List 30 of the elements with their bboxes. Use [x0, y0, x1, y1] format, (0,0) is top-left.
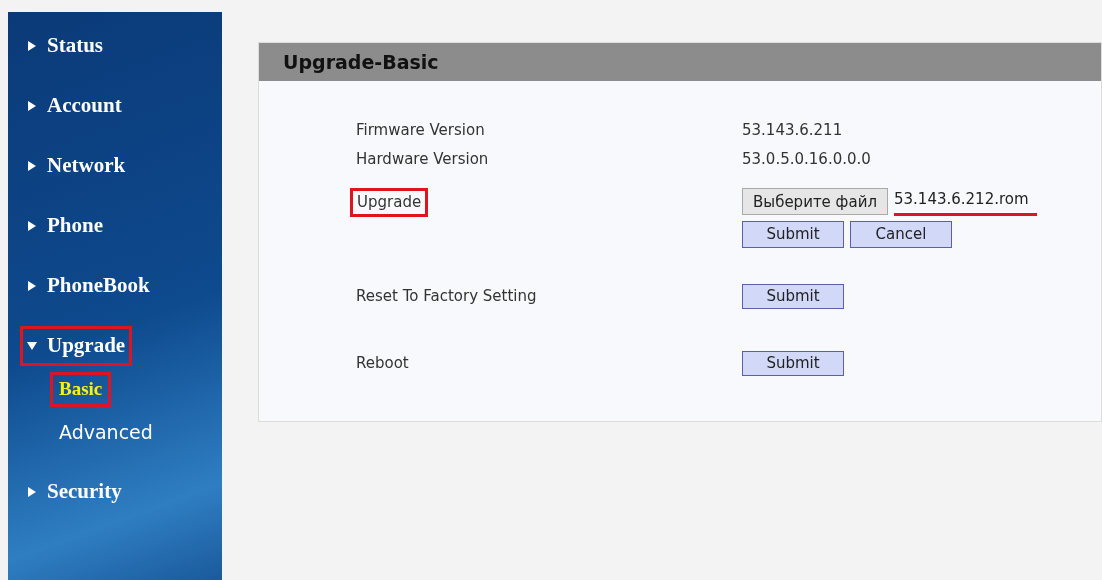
field-label: Reset To Factory Setting	[356, 285, 538, 307]
submit-button[interactable]: Submit	[742, 220, 844, 248]
field-label: Upgrade	[350, 188, 429, 217]
nav-item[interactable]: Upgrade	[20, 326, 133, 366]
nav-subitem[interactable]: Advanced	[50, 415, 162, 450]
triangle-down-icon	[27, 340, 37, 351]
triangle-right-icon	[27, 160, 37, 171]
triangle-right-icon	[27, 220, 37, 231]
field-value: 53.0.5.0.16.0.0.0	[742, 149, 871, 171]
triangle-right-icon	[27, 280, 37, 291]
triangle-right-icon	[27, 486, 37, 497]
nav-item[interactable]: Account	[20, 86, 129, 126]
triangle-right-icon	[27, 100, 37, 111]
field-label: Firmware Version	[356, 120, 486, 142]
nav-item[interactable]: PhoneBook	[20, 266, 157, 306]
submit-button[interactable]: Submit	[742, 350, 844, 376]
submit-button[interactable]: Submit	[742, 283, 844, 309]
nav-item[interactable]: Phone	[20, 206, 110, 246]
nav-item[interactable]: Status	[20, 26, 111, 66]
choose-file-button[interactable]: Выберите файл	[742, 188, 888, 216]
field-label: Hardware Version	[356, 149, 490, 171]
file-name: 53.143.6.212.rom	[894, 188, 1037, 216]
nav-item[interactable]: Network	[20, 146, 133, 186]
nav-item[interactable]: Security	[20, 472, 129, 512]
field-label: Reboot	[356, 352, 410, 374]
nav-subitem[interactable]: Basic	[50, 372, 112, 407]
panel-title: Upgrade-Basic	[283, 49, 439, 75]
cancel-button[interactable]: Cancel	[850, 220, 952, 248]
triangle-right-icon	[27, 40, 37, 51]
field-value: 53.143.6.211	[742, 120, 843, 142]
